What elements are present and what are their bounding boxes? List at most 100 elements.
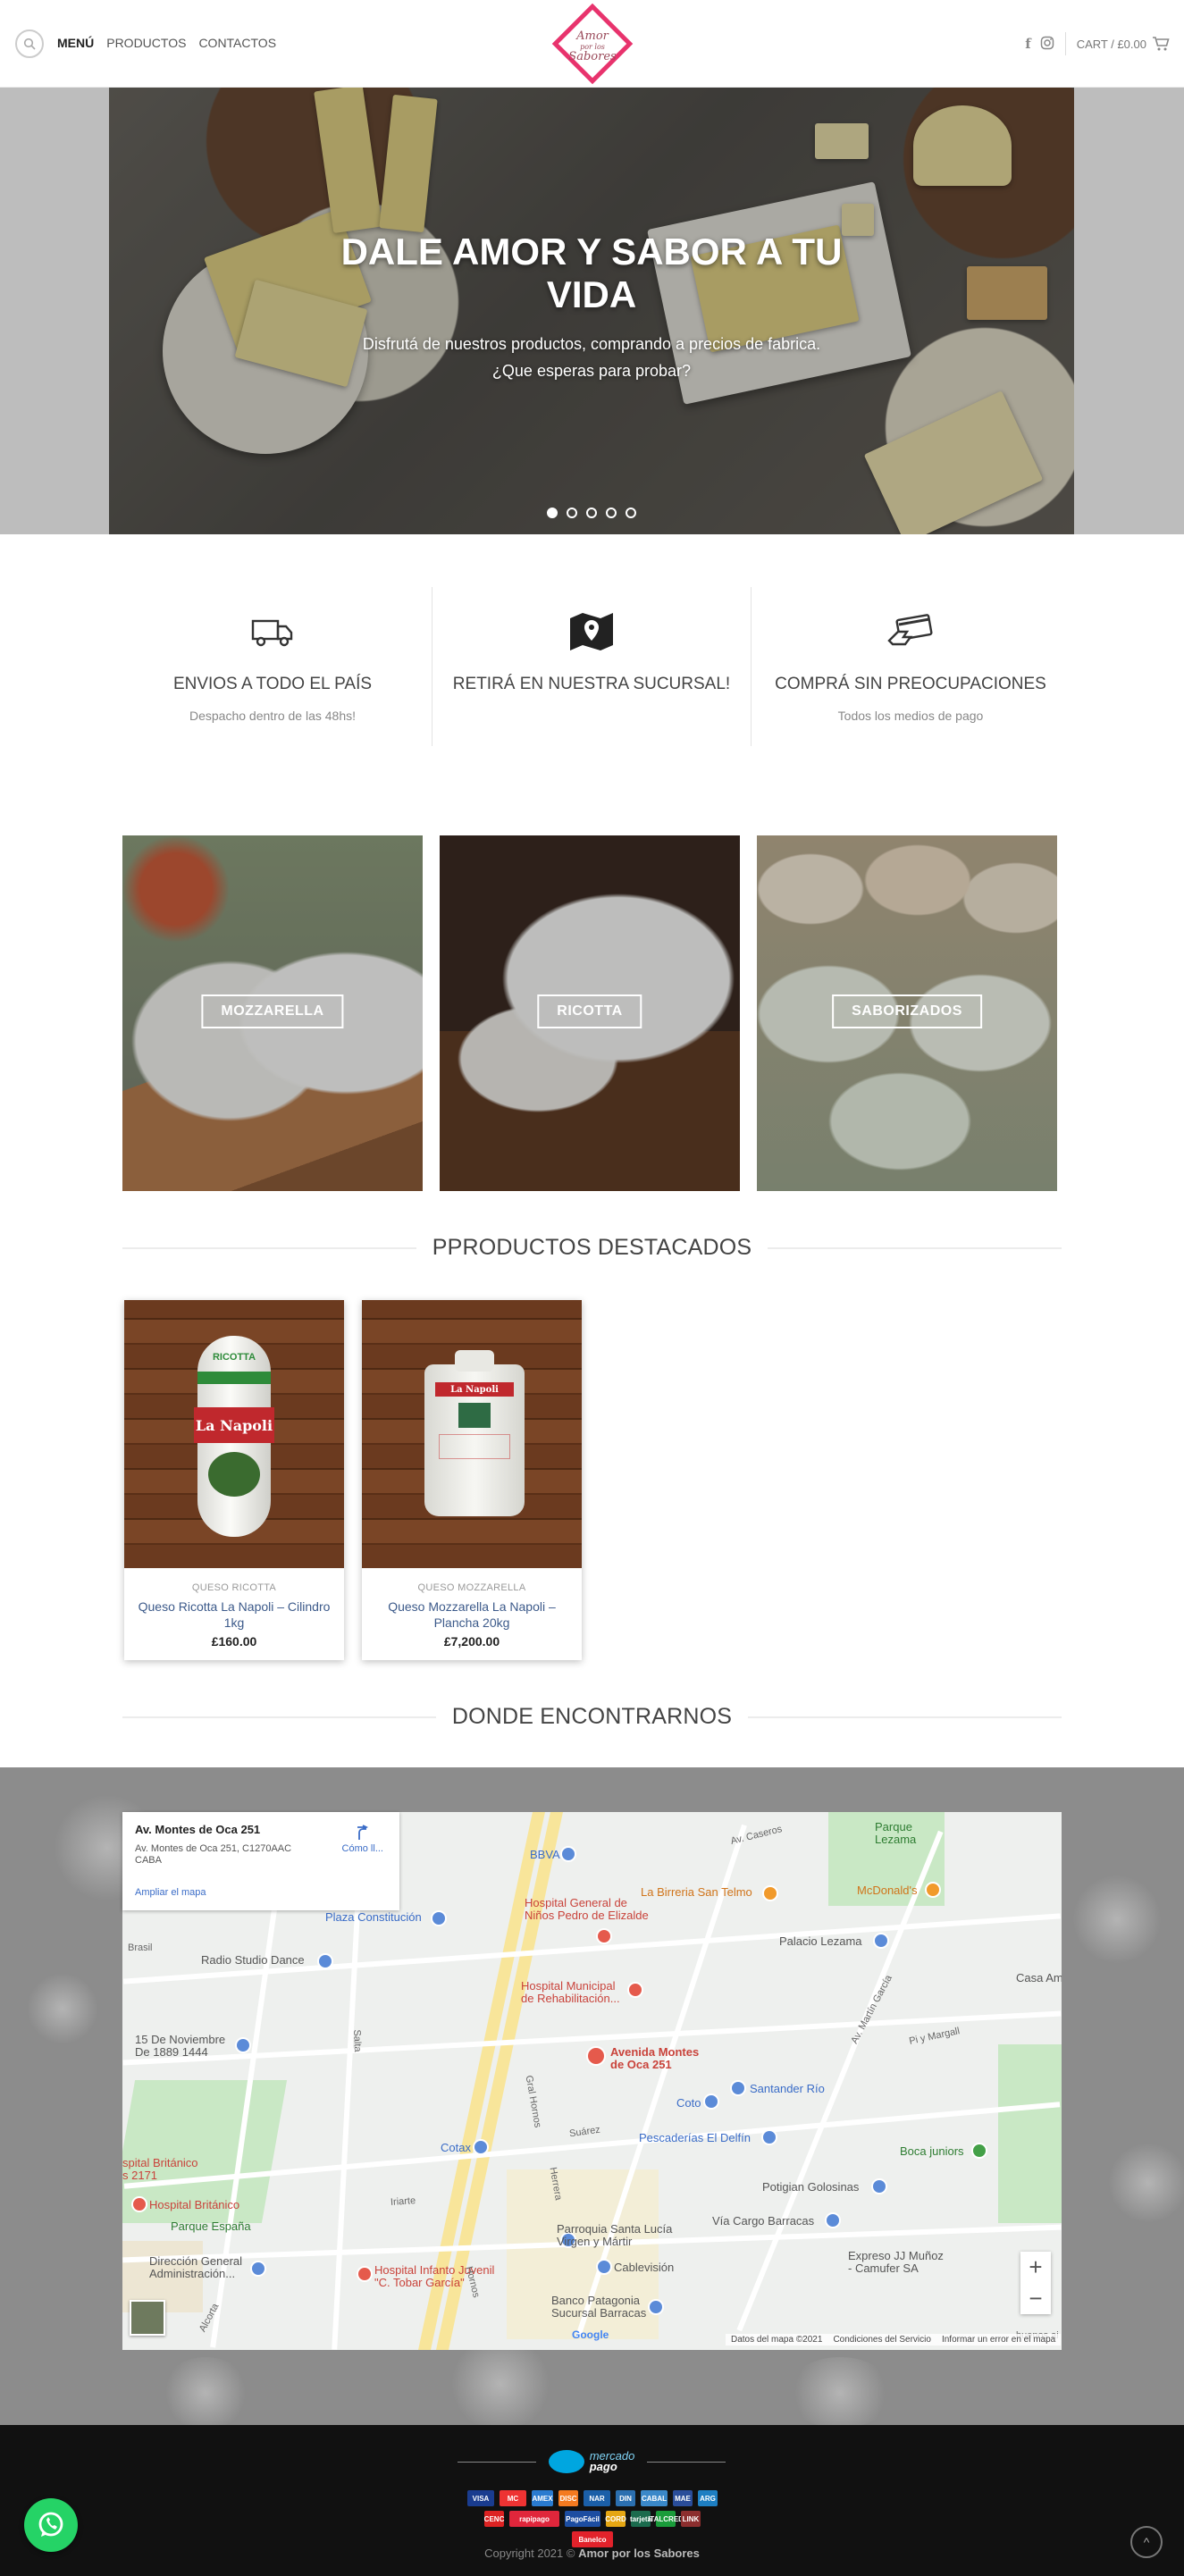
map-poi[interactable] (925, 1882, 941, 1898)
feature-title: COMPRÁ SIN PREOCUPACIONES (775, 675, 1046, 693)
map-poi-label: Cablevisión (614, 2261, 675, 2274)
map-poi[interactable] (235, 2037, 251, 2053)
payment-card: ITALCRED (648, 2511, 684, 2527)
map-poi-label: 15 De Noviembre De 1889 1444 (135, 2033, 226, 2059)
cart-label: CART / £0.00 (1076, 37, 1146, 51)
map-poi[interactable] (703, 2094, 719, 2110)
map-poi[interactable] (596, 1928, 612, 1944)
zoom-out-button[interactable]: − (1029, 2285, 1042, 2312)
map-pin-icon (570, 613, 613, 650)
features-row: ENVIOS A TODO EL PAÍS Despacho dentro de… (113, 587, 1070, 746)
map-poi[interactable] (761, 2129, 777, 2145)
package-band (197, 1372, 271, 1384)
google-logo: Google (572, 2328, 609, 2341)
instagram-icon[interactable] (1040, 36, 1054, 50)
map-poi-label: Cotax (441, 2141, 471, 2154)
product-card[interactable]: La Napoli QUESO MOZZARELLA Queso Mozzare… (362, 1300, 582, 1660)
category-saborizados[interactable]: SABORIZADOS (757, 835, 1057, 1191)
map-poi[interactable] (627, 1982, 643, 1998)
site-logo[interactable]: Amor por los Sabores (551, 3, 634, 85)
map-poi-label: Boca juniors (900, 2144, 964, 2158)
social-links: f (1025, 36, 1054, 52)
location-marker[interactable] (586, 2046, 606, 2066)
hero-title: DALE AMOR Y SABOR A TU VIDA (109, 231, 1074, 316)
map-poi[interactable] (825, 2212, 841, 2228)
payment-card: rapipago (509, 2511, 559, 2527)
package-brand: La Napoli (435, 1382, 514, 1397)
product-image[interactable]: RICOTTA La Napoli (124, 1300, 344, 1568)
payment-card: CABAL (641, 2490, 668, 2506)
product-name[interactable]: Queso Ricotta La Napoli – Cilindro 1kg (124, 1598, 344, 1631)
facebook-icon[interactable]: f (1025, 36, 1030, 52)
product-card[interactable]: RICOTTA La Napoli QUESO RICOTTA Queso Ri… (124, 1300, 344, 1660)
map-poi[interactable] (971, 2143, 987, 2159)
nav-item-contactos[interactable]: CONTACTOS (198, 36, 276, 50)
map-poi[interactable] (648, 2299, 664, 2315)
map-poi-label: Vía Cargo Barracas (712, 2214, 815, 2228)
payment-card: CENC (484, 2511, 504, 2527)
title-line (122, 1716, 436, 1718)
map-street-label: Brasil (128, 1942, 153, 1953)
map-poi[interactable] (871, 2178, 887, 2194)
map-poi-label: Parroquia Santa Lucía Virgen y Mártir (557, 2222, 673, 2248)
map-poi[interactable] (250, 2261, 266, 2277)
map-street-label: Salta (351, 2029, 363, 2052)
product-name[interactable]: Queso Mozzarella La Napoli – Plancha 20k… (362, 1598, 582, 1631)
enlarge-map-link[interactable]: Ampliar el mapa (135, 1887, 206, 1898)
map-poi[interactable] (596, 2259, 612, 2275)
package-emblem (458, 1403, 491, 1428)
nav-item-productos[interactable]: PRODUCTOS (106, 36, 186, 50)
map-poi[interactable] (730, 2080, 746, 2096)
map-poi[interactable] (131, 2196, 147, 2212)
map-poi[interactable] (560, 1846, 576, 1862)
feature-title: RETIRÁ EN NUESTRA SUCURSAL! (452, 675, 731, 693)
header-divider (1064, 32, 1066, 55)
search-button[interactable] (15, 29, 44, 58)
map-poi-label: Radio Studio Dance (201, 1953, 305, 1967)
cart-link[interactable]: CART / £0.00 (1077, 36, 1170, 52)
slider-dot[interactable] (626, 508, 636, 518)
map-poi-label: Potigian Golosinas (762, 2180, 860, 2194)
payment-card: DIN (616, 2490, 635, 2506)
map-poi-label: Hospital Británico (149, 2198, 240, 2211)
map-poi[interactable] (762, 1885, 778, 1901)
map-poi[interactable] (873, 1933, 889, 1949)
whatsapp-button[interactable] (24, 2498, 78, 2552)
map-poi[interactable] (473, 2139, 489, 2155)
slider-dot[interactable] (567, 508, 577, 518)
category-mozzarella[interactable]: MOZZARELLA (122, 835, 423, 1191)
copyright-brand[interactable]: Amor por los Sabores (578, 2547, 700, 2560)
package-label (439, 1434, 510, 1459)
product-price: £7,200.00 (443, 1634, 500, 1649)
category-label: MOZZARELLA (201, 994, 344, 1028)
satellite-toggle[interactable] (130, 2300, 165, 2336)
product-image[interactable]: La Napoli (362, 1300, 582, 1568)
payment-card: CORD (605, 2511, 626, 2527)
back-to-top-button[interactable]: ^ (1130, 2526, 1163, 2558)
feature-subtitle: Despacho dentro de las 48hs! (189, 709, 356, 723)
zoom-in-button[interactable]: + (1029, 2253, 1042, 2281)
title-line (122, 1246, 416, 1249)
copyright: Copyright 2021 © Amor por los Sabores (0, 2547, 1184, 2560)
hero-title-line-1: DALE AMOR Y SABOR A TU (340, 231, 843, 273)
category-ricotta[interactable]: RICOTTA (440, 835, 740, 1191)
nav-item-menu[interactable]: MENÚ (57, 36, 94, 50)
package-tag: RICOTTA (212, 1352, 256, 1363)
map-report-link[interactable]: Informar un error en el mapa (942, 2335, 1055, 2345)
truck-icon (251, 619, 293, 647)
cart-icon (1153, 37, 1170, 51)
directions-icon (357, 1825, 368, 1840)
main-nav: MENÚ PRODUCTOS CONTACTOS (57, 36, 276, 50)
slider-dot[interactable] (586, 508, 597, 518)
payment-brand-row: mercado pago (458, 2450, 726, 2473)
payment-card: ARG (698, 2490, 718, 2506)
map-poi[interactable] (431, 1910, 447, 1926)
slider-dot[interactable] (547, 508, 558, 518)
map-terms-link[interactable]: Condiciones del Servicio (833, 2335, 931, 2345)
map-poi[interactable] (317, 1953, 333, 1969)
hero-subtitle-line-1: Disfrutá de nuestros productos, comprand… (362, 335, 821, 353)
map-poi[interactable] (357, 2266, 373, 2282)
directions-button[interactable]: Cómo ll... (342, 1825, 383, 1854)
hero-slider[interactable]: DALE AMOR Y SABOR A TU VIDA Disfrutá de … (109, 88, 1074, 534)
slider-dot[interactable] (606, 508, 617, 518)
